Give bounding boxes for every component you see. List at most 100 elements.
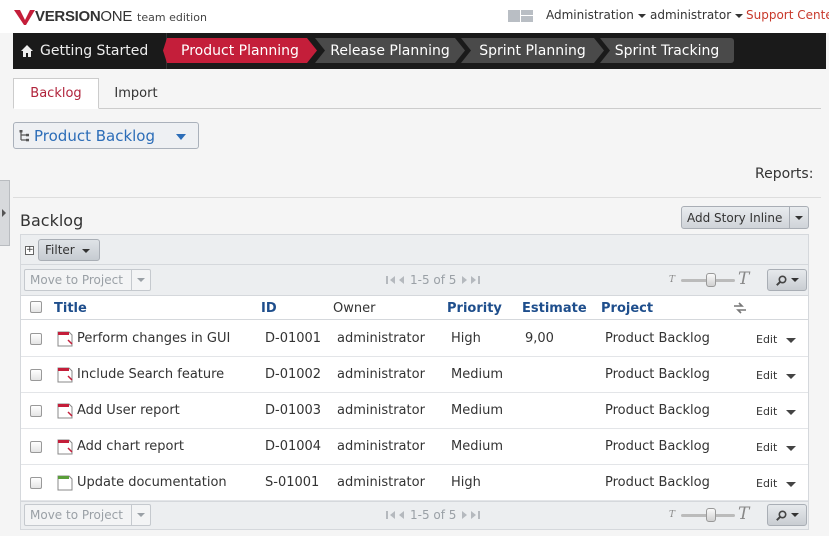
chevron-down-icon xyxy=(176,134,186,140)
search-button[interactable] xyxy=(767,269,807,291)
versionone-logo[interactable]: VERSIONONE team edition xyxy=(14,9,207,25)
column-priority[interactable]: Priority xyxy=(447,301,502,316)
pager-text: 1-5 of 5 xyxy=(410,273,457,287)
column-id[interactable]: ID xyxy=(261,301,277,316)
column-estimate[interactable]: Estimate xyxy=(522,301,587,316)
move-to-project-label: Move to Project xyxy=(25,505,132,525)
chevron-down-icon xyxy=(735,13,744,18)
chevron-down-icon[interactable] xyxy=(786,409,797,415)
chevron-down-icon xyxy=(137,278,145,282)
tab-backlog[interactable]: Backlog xyxy=(13,78,99,109)
row-edit-button[interactable]: Edit xyxy=(756,405,797,418)
search-button[interactable] xyxy=(767,504,807,526)
defect-icon xyxy=(57,367,73,383)
row-checkbox[interactable] xyxy=(30,441,42,453)
row-id: D-01004 xyxy=(265,439,322,454)
row-edit-button[interactable]: Edit xyxy=(756,333,797,346)
row-id: D-01001 xyxy=(265,331,322,346)
first-page-icon[interactable] xyxy=(386,511,388,519)
row-estimate: 9,00 xyxy=(525,331,554,346)
chevron-down-icon[interactable] xyxy=(786,445,797,451)
nav-getting-started[interactable]: Getting Started xyxy=(13,33,148,69)
support-center-link[interactable]: Support Center xyxy=(746,8,829,22)
grid-header: Title ID Owner Priority Estimate Project xyxy=(21,296,808,320)
last-page-arrow-icon[interactable] xyxy=(471,511,477,519)
row-project: Product Backlog xyxy=(605,403,710,418)
row-edit-label: Edit xyxy=(756,333,778,346)
first-page-arrow-icon[interactable] xyxy=(390,276,395,284)
reports-label: Reports: xyxy=(755,166,814,182)
row-title-link[interactable]: Perform changes in GUI xyxy=(77,331,230,346)
last-page-icon[interactable] xyxy=(478,511,481,519)
row-checkbox[interactable] xyxy=(30,405,42,417)
move-to-project-dropdown[interactable] xyxy=(132,278,150,282)
nav-tab-sprint-tracking[interactable]: Sprint Tracking xyxy=(600,38,734,63)
row-priority: Medium xyxy=(451,367,503,382)
main-nav: Getting Started Product Planning Release… xyxy=(13,33,826,69)
row-edit-button[interactable]: Edit xyxy=(756,477,797,490)
backlog-selector[interactable]: Product Backlog xyxy=(13,122,199,149)
chevron-down-icon xyxy=(790,513,799,517)
layout-toggle-icon[interactable] xyxy=(508,10,533,22)
row-id: S-01001 xyxy=(265,475,320,490)
last-page-icon[interactable] xyxy=(478,276,481,284)
last-page-arrow-icon[interactable] xyxy=(471,276,477,284)
row-title-link[interactable]: Update documentation xyxy=(77,475,227,490)
chevron-down-icon xyxy=(795,215,803,220)
row-checkbox[interactable] xyxy=(30,369,42,381)
nav-tab-sprint-planning[interactable]: Sprint Planning xyxy=(461,38,604,63)
slider-handle[interactable] xyxy=(705,508,716,522)
move-to-project-label: Move to Project xyxy=(25,270,132,290)
backlog-selector-label: Product Backlog xyxy=(34,126,156,145)
move-to-project-dropdown[interactable] xyxy=(132,513,150,517)
filter-button[interactable]: Filter xyxy=(38,239,100,261)
search-icon xyxy=(775,274,787,286)
row-checkbox[interactable] xyxy=(30,477,42,489)
user-menu[interactable]: administrator xyxy=(650,8,744,22)
column-owner[interactable]: Owner xyxy=(333,301,375,316)
first-page-icon[interactable] xyxy=(386,276,388,284)
chevron-down-icon[interactable] xyxy=(786,373,797,379)
row-checkbox[interactable] xyxy=(30,333,42,345)
nav-tab-release-planning[interactable]: Release Planning xyxy=(315,38,465,63)
row-edit-button[interactable]: Edit xyxy=(756,369,797,382)
row-title-link[interactable]: Include Search feature xyxy=(77,367,224,382)
row-owner: administrator xyxy=(337,439,425,454)
search-icon xyxy=(775,509,787,521)
move-to-project-button[interactable]: Move to Project xyxy=(24,504,151,526)
administration-menu[interactable]: Administration xyxy=(546,8,646,22)
select-all-checkbox[interactable] xyxy=(30,301,42,313)
row-title-link[interactable]: Add chart report xyxy=(77,439,184,454)
move-to-project-button[interactable]: Move to Project xyxy=(24,269,151,291)
row-project: Product Backlog xyxy=(605,331,710,346)
prev-page-icon[interactable] xyxy=(399,511,404,519)
row-edit-button[interactable]: Edit xyxy=(756,441,797,454)
row-edit-label: Edit xyxy=(756,477,778,490)
text-size-slider[interactable]: T T xyxy=(669,504,751,525)
filter-label: Filter xyxy=(45,243,75,257)
tab-import[interactable]: Import xyxy=(103,78,169,109)
text-small-icon: T xyxy=(669,275,676,285)
sidebar-expand-handle[interactable] xyxy=(0,180,10,246)
column-project[interactable]: Project xyxy=(601,301,653,316)
chevron-down-icon[interactable] xyxy=(786,481,797,487)
nav-tab-product-planning[interactable]: Product Planning xyxy=(163,38,317,63)
home-icon xyxy=(21,45,33,57)
add-story-inline-button[interactable]: Add Story Inline xyxy=(681,206,809,229)
next-page-icon[interactable] xyxy=(462,511,468,519)
prev-page-icon[interactable] xyxy=(399,276,404,284)
add-story-dropdown[interactable] xyxy=(790,215,808,220)
text-size-slider[interactable]: T T xyxy=(669,269,751,290)
chevron-down-icon[interactable] xyxy=(786,337,797,343)
row-title-link[interactable]: Add User report xyxy=(77,403,180,418)
expand-plus-icon[interactable]: + xyxy=(25,246,34,255)
project-tree-icon xyxy=(19,129,29,141)
column-settings-icon[interactable] xyxy=(733,302,747,314)
grid-toolbar-bottom: Move to Project 1-5 of 5 T T xyxy=(21,501,808,529)
first-page-arrow-icon[interactable] xyxy=(390,511,395,519)
pager: 1-5 of 5 xyxy=(386,273,481,287)
column-title[interactable]: Title xyxy=(54,301,87,316)
next-page-icon[interactable] xyxy=(462,276,468,284)
row-id: D-01003 xyxy=(265,403,322,418)
slider-handle[interactable] xyxy=(705,273,716,287)
